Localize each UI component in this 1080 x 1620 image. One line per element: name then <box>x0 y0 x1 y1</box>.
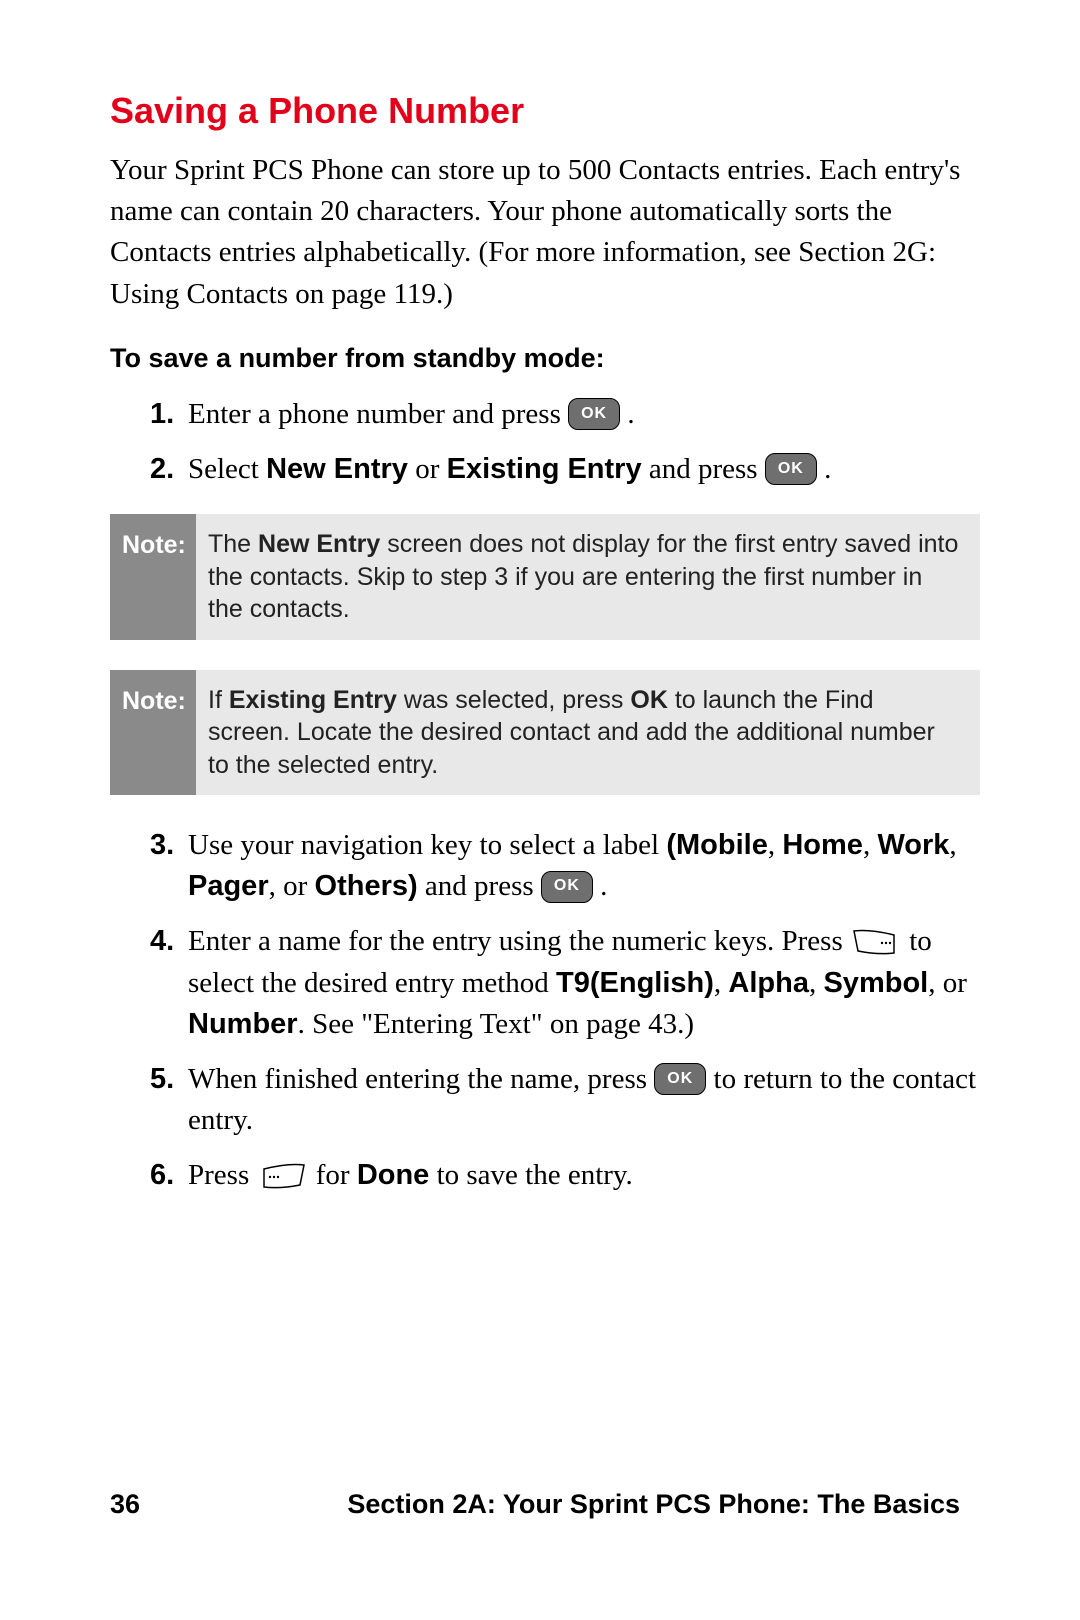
step-text: , or <box>928 967 967 999</box>
step-number: 4. <box>150 921 188 962</box>
step-list: 3. Use your navigation key to select a l… <box>150 825 980 1196</box>
step-text: . See "Entering Text" on page 43.) <box>298 1008 694 1040</box>
step-text: . <box>824 453 831 485</box>
note-label: Note: <box>110 514 196 640</box>
step-text: When finished entering the name, press <box>188 1063 654 1095</box>
bold-text: (Mobile <box>666 829 768 861</box>
bold-text: OK <box>630 686 668 714</box>
bold-text: Work <box>877 829 949 861</box>
step-6: 6. Press for Done to save the entry. <box>150 1155 980 1196</box>
ok-label: OK <box>667 1068 693 1091</box>
bold-text: New Entry <box>258 530 380 558</box>
step-text: . <box>600 870 607 902</box>
bold-text: Number <box>188 1008 298 1040</box>
ok-button-icon: OK <box>568 398 620 430</box>
ok-button-icon: OK <box>654 1063 706 1095</box>
note-text: was selected, press <box>397 686 630 714</box>
step-text: , <box>809 967 824 999</box>
step-text: , <box>714 967 729 999</box>
step-4: 4. Enter a name for the entry using the … <box>150 921 980 1045</box>
bold-text: Others) <box>315 870 418 902</box>
step-text: Use your navigation key to select a labe… <box>188 829 666 861</box>
ok-label: OK <box>581 403 607 426</box>
bold-text: Alpha <box>728 967 809 999</box>
step-text: , or <box>269 870 315 902</box>
note-box: Note: The New Entry screen does not disp… <box>110 514 980 640</box>
bold-text: T9(English) <box>556 967 714 999</box>
step-number: 6. <box>150 1155 188 1196</box>
sub-heading: To save a number from standby mode: <box>110 343 980 374</box>
step-text: or <box>408 453 447 485</box>
step-number: 1. <box>150 394 188 435</box>
step-text: . <box>627 398 634 430</box>
step-text: Enter a phone number and press <box>188 398 568 430</box>
step-text: Select <box>188 453 266 485</box>
page-footer: 36 Section 2A: Your Sprint PCS Phone: Th… <box>0 1489 1080 1520</box>
ok-button-icon: OK <box>541 871 593 903</box>
bold-text: Pager <box>188 870 269 902</box>
ok-button-icon: OK <box>765 453 817 485</box>
step-text: , <box>768 829 783 861</box>
step-1: 1. Enter a phone number and press OK . <box>150 394 980 435</box>
note-box: Note: If Existing Entry was selected, pr… <box>110 670 980 796</box>
section-heading: Saving a Phone Number <box>110 90 980 132</box>
step-text: for <box>316 1159 357 1191</box>
note-label: Note: <box>110 670 196 796</box>
step-text: to save the entry. <box>429 1159 632 1191</box>
section-label: Section 2A: Your Sprint PCS Phone: The B… <box>347 1489 960 1520</box>
bold-text: New Entry <box>266 453 408 485</box>
right-softkey-icon <box>850 927 902 957</box>
step-list: 1. Enter a phone number and press OK . 2… <box>150 394 980 490</box>
bold-text: Symbol <box>823 967 928 999</box>
intro-paragraph: Your Sprint PCS Phone can store up to 50… <box>110 150 980 315</box>
left-softkey-icon <box>256 1161 308 1191</box>
step-number: 5. <box>150 1059 188 1100</box>
step-number: 2. <box>150 449 188 490</box>
step-text: , <box>863 829 878 861</box>
note-body: If Existing Entry was selected, press OK… <box>196 670 980 796</box>
bold-text: Home <box>782 829 863 861</box>
step-number: 3. <box>150 825 188 866</box>
ok-label: OK <box>778 458 804 481</box>
note-body: The New Entry screen does not display fo… <box>196 514 980 640</box>
step-text: and press <box>642 453 765 485</box>
step-5: 5. When finished entering the name, pres… <box>150 1059 980 1141</box>
step-text: and press <box>418 870 541 902</box>
step-text: Press <box>188 1159 256 1191</box>
note-text: The <box>208 530 258 558</box>
bold-text: Existing Entry <box>447 453 642 485</box>
page-number: 36 <box>110 1489 140 1520</box>
bold-text: Done <box>357 1159 430 1191</box>
bold-text: Existing Entry <box>229 686 397 714</box>
note-text: If <box>208 686 229 714</box>
step-text: , <box>949 829 956 861</box>
step-2: 2. Select New Entry or Existing Entry an… <box>150 449 980 490</box>
step-3: 3. Use your navigation key to select a l… <box>150 825 980 907</box>
ok-label: OK <box>554 875 580 898</box>
step-text: Enter a name for the entry using the num… <box>188 925 850 957</box>
